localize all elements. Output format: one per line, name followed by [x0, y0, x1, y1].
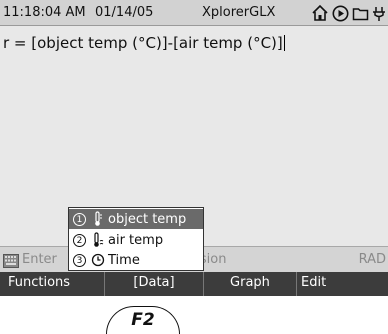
softkey-functions[interactable]: Functions	[0, 272, 104, 296]
menu-item-air-temp[interactable]: 2 air temp	[69, 230, 203, 250]
menu-item-number: 2	[73, 233, 86, 247]
expression-line[interactable]: r = [object temp (°C)]-[air temp (°C)]	[3, 34, 286, 52]
f2-key-label: F2	[131, 310, 155, 330]
status-time: 11:18:04 AM	[3, 5, 86, 20]
status-date: 01/14/05	[95, 5, 154, 20]
menu-item-number: 3	[73, 253, 86, 267]
home-icon[interactable]	[311, 4, 329, 22]
text-cursor	[283, 35, 286, 51]
keyboard-icon[interactable]	[3, 253, 19, 272]
clock-icon	[91, 253, 105, 267]
f2-key[interactable]: F2	[106, 306, 180, 334]
softkey-bar: Functions [Data] Graph Edit	[0, 272, 388, 296]
menu-item-time[interactable]: 3 Time	[69, 250, 203, 270]
device-screen: 11:18:04 AM 01/14/05 XplorerGLX r = [obj…	[0, 0, 388, 296]
softkey-edit[interactable]: Edit	[296, 272, 388, 296]
folder-icon[interactable]	[352, 5, 369, 22]
expression-text: r = [object temp (°C)]-[air temp (°C)]	[3, 34, 283, 52]
status-icons	[311, 3, 386, 23]
thermometer-icon	[95, 211, 102, 226]
data-menu: 1 object temp 2 air temp 3 Time	[68, 207, 204, 271]
thermometer-icon	[94, 232, 104, 247]
softkey-graph[interactable]: Graph	[204, 272, 296, 296]
play-icon[interactable]	[332, 5, 349, 22]
status-bar: 11:18:04 AM 01/14/05 XplorerGLX	[0, 0, 388, 26]
menu-item-label: air temp	[108, 232, 164, 248]
menu-item-number: 1	[73, 212, 86, 226]
menu-item-label: object temp	[108, 211, 187, 227]
softkey-data[interactable]: [Data]	[104, 272, 204, 296]
menu-item-label: Time	[108, 252, 140, 268]
menu-item-object-temp[interactable]: 1 object temp	[69, 209, 203, 229]
app-name: XplorerGLX	[202, 5, 276, 20]
power-plug-icon[interactable]	[372, 4, 386, 22]
angle-mode: RAD	[358, 252, 386, 267]
